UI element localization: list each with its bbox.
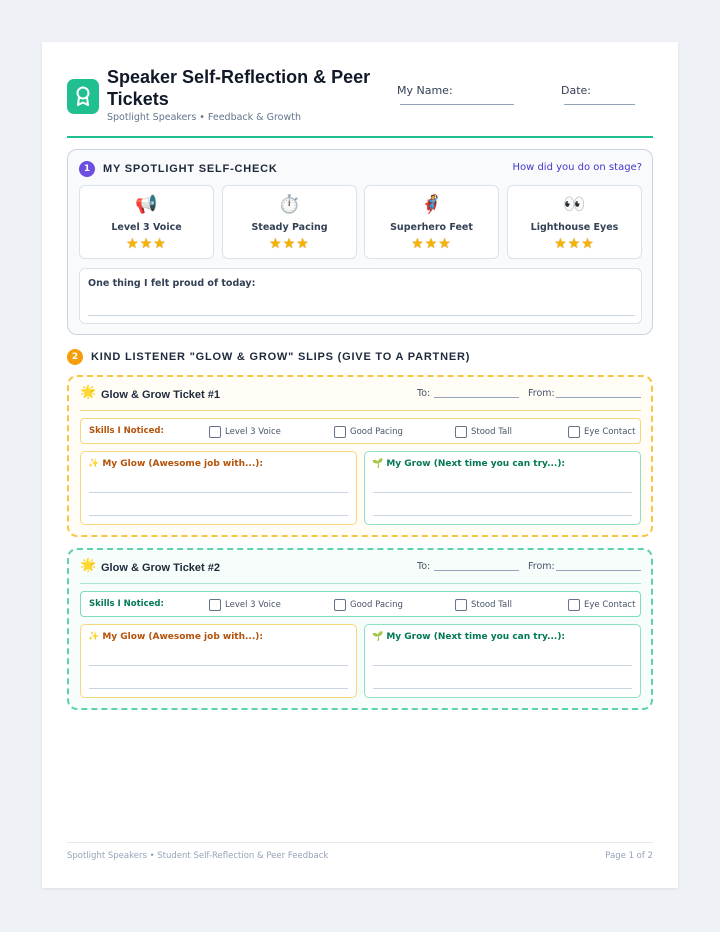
writing-line bbox=[373, 688, 632, 689]
writing-line bbox=[89, 688, 348, 689]
writing-line bbox=[88, 315, 635, 316]
proud-box[interactable]: One thing I felt proud of today: bbox=[79, 268, 642, 324]
checkbox-label: Eye Contact bbox=[584, 427, 636, 437]
header-divider bbox=[67, 136, 653, 138]
award-ribbon-icon bbox=[67, 79, 99, 114]
worksheet-page: Speaker Self-Reflection & Peer Tickets S… bbox=[42, 42, 678, 888]
skills-noticed-row: Skills I Noticed: Level 3 Voice Good Pac… bbox=[80, 418, 641, 444]
checkbox-eye-contact[interactable]: Eye Contact bbox=[568, 598, 635, 612]
from-field[interactable] bbox=[556, 570, 641, 571]
name-field[interactable] bbox=[400, 104, 514, 105]
skills-noticed-label: Skills I Noticed: bbox=[89, 426, 164, 436]
section-number: 2 bbox=[67, 349, 83, 365]
glow-label: ✨ My Glow (Awesome job with...): bbox=[88, 459, 263, 469]
checkbox-good-pacing[interactable]: Good Pacing bbox=[334, 425, 403, 439]
checkbox-label: Level 3 Voice bbox=[225, 427, 281, 437]
writing-line bbox=[373, 665, 632, 666]
megaphone-icon: 📢 bbox=[135, 194, 158, 215]
writing-line bbox=[89, 492, 348, 493]
checkbox-box[interactable] bbox=[209, 599, 221, 611]
skill-card-voice: 📢 Level 3 Voice ★★★ bbox=[79, 185, 214, 259]
grow-label: 🌱 My Grow (Next time you can try...): bbox=[372, 459, 566, 469]
checkbox-label: Stood Tall bbox=[471, 427, 512, 437]
skill-label: Steady Pacing bbox=[251, 222, 328, 233]
checkbox-box[interactable] bbox=[455, 426, 467, 438]
to-field[interactable] bbox=[434, 397, 519, 398]
page-subtitle: Spotlight Speakers • Feedback & Growth bbox=[107, 112, 301, 123]
eyes-icon: 👀 bbox=[563, 194, 586, 215]
glow-box[interactable]: ✨ My Glow (Awesome job with...): bbox=[80, 624, 357, 698]
skills-noticed-label: Skills I Noticed: bbox=[89, 599, 164, 609]
checkbox-label: Good Pacing bbox=[350, 600, 403, 610]
checkbox-box[interactable] bbox=[334, 599, 346, 611]
section-title: KIND LISTENER "GLOW & GROW" SLIPS (GIVE … bbox=[91, 351, 471, 363]
ticket-title: Glow & Grow Ticket #1 bbox=[101, 389, 220, 401]
star-icon: 🌟 bbox=[80, 385, 97, 400]
checkbox-box[interactable] bbox=[568, 599, 580, 611]
checkbox-box[interactable] bbox=[209, 426, 221, 438]
stopwatch-icon: ⏱️ bbox=[278, 194, 301, 215]
checkbox-label: Eye Contact bbox=[584, 600, 636, 610]
skill-label: Level 3 Voice bbox=[111, 222, 182, 233]
glow-grow-ticket-1: 🌟 Glow & Grow Ticket #1 To: From: Skills… bbox=[67, 375, 653, 537]
checkbox-label: Level 3 Voice bbox=[225, 600, 281, 610]
checkbox-label: Good Pacing bbox=[350, 427, 403, 437]
star-rating[interactable]: ★★★ bbox=[508, 236, 641, 252]
writing-line bbox=[373, 492, 632, 493]
checkbox-eye-contact[interactable]: Eye Contact bbox=[568, 425, 635, 439]
grow-box[interactable]: 🌱 My Grow (Next time you can try...): bbox=[364, 624, 641, 698]
grow-box[interactable]: 🌱 My Grow (Next time you can try...): bbox=[364, 451, 641, 525]
writing-line bbox=[89, 515, 348, 516]
star-rating[interactable]: ★★★ bbox=[223, 236, 356, 252]
star-rating[interactable]: ★★★ bbox=[80, 236, 213, 252]
checkbox-stood-tall[interactable]: Stood Tall bbox=[455, 425, 512, 439]
ticket-divider bbox=[80, 583, 641, 584]
skill-label: Lighthouse Eyes bbox=[530, 222, 619, 233]
superhero-icon: 🦸 bbox=[420, 194, 443, 215]
checkbox-label: Stood Tall bbox=[471, 600, 512, 610]
checkbox-box[interactable] bbox=[334, 426, 346, 438]
grow-label: 🌱 My Grow (Next time you can try...): bbox=[372, 632, 566, 642]
from-label: From: bbox=[528, 388, 555, 399]
writing-line bbox=[373, 515, 632, 516]
page-number: Page 1 of 2 bbox=[605, 851, 653, 861]
footer-text: Spotlight Speakers • Student Self-Reflec… bbox=[67, 851, 329, 861]
star-icon: 🌟 bbox=[80, 558, 97, 573]
writing-line bbox=[89, 665, 348, 666]
section-title: MY SPOTLIGHT SELF-CHECK bbox=[103, 163, 278, 175]
date-field[interactable] bbox=[564, 104, 635, 105]
checkbox-good-pacing[interactable]: Good Pacing bbox=[334, 598, 403, 612]
page-title: Speaker Self-Reflection & Peer Tickets bbox=[107, 67, 371, 109]
section-number: 1 bbox=[79, 161, 95, 177]
from-label: From: bbox=[528, 561, 555, 572]
proud-label: One thing I felt proud of today: bbox=[88, 278, 256, 289]
from-field[interactable] bbox=[556, 397, 641, 398]
checkbox-box[interactable] bbox=[455, 599, 467, 611]
section-prompt: How did you do on stage? bbox=[512, 162, 642, 173]
skill-label: Superhero Feet bbox=[390, 222, 473, 233]
glow-grow-ticket-2: 🌟 Glow & Grow Ticket #2 To: From: Skills… bbox=[67, 548, 653, 710]
checkbox-level-3-voice[interactable]: Level 3 Voice bbox=[209, 598, 281, 612]
checkbox-box[interactable] bbox=[568, 426, 580, 438]
skills-noticed-row: Skills I Noticed: Level 3 Voice Good Pac… bbox=[80, 591, 641, 617]
skill-card-feet: 🦸 Superhero Feet ★★★ bbox=[364, 185, 499, 259]
skill-card-pacing: ⏱️ Steady Pacing ★★★ bbox=[222, 185, 357, 259]
self-check-section: 1 MY SPOTLIGHT SELF-CHECK How did you do… bbox=[67, 149, 653, 335]
to-label: To: bbox=[417, 388, 431, 399]
ticket-divider bbox=[80, 410, 641, 411]
checkbox-stood-tall[interactable]: Stood Tall bbox=[455, 598, 512, 612]
name-label: My Name: bbox=[397, 84, 453, 97]
checkbox-level-3-voice[interactable]: Level 3 Voice bbox=[209, 425, 281, 439]
star-rating[interactable]: ★★★ bbox=[365, 236, 498, 252]
glow-box[interactable]: ✨ My Glow (Awesome job with...): bbox=[80, 451, 357, 525]
footer-divider bbox=[67, 842, 653, 843]
glow-label: ✨ My Glow (Awesome job with...): bbox=[88, 632, 263, 642]
date-label: Date: bbox=[561, 84, 591, 97]
to-label: To: bbox=[417, 561, 431, 572]
ticket-title: Glow & Grow Ticket #2 bbox=[101, 562, 220, 574]
skill-card-eyes: 👀 Lighthouse Eyes ★★★ bbox=[507, 185, 642, 259]
to-field[interactable] bbox=[434, 570, 519, 571]
